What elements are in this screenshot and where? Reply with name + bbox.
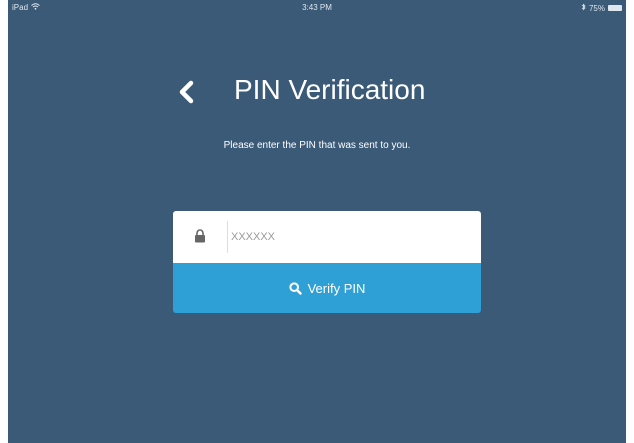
lock-icon (195, 229, 205, 243)
chevron-left-icon (179, 80, 194, 104)
status-right: 75% (581, 3, 622, 13)
back-button[interactable] (173, 78, 199, 106)
battery-icon (608, 5, 622, 11)
search-icon (288, 281, 302, 295)
status-bar: iPad 3:43 PM 75% (8, 0, 626, 16)
pin-input[interactable] (231, 225, 471, 249)
instruction-text: Please enter the PIN that was sent to yo… (223, 140, 411, 151)
pin-form: Verify PIN (173, 211, 481, 313)
input-divider (227, 221, 228, 253)
verify-pin-label: Verify PIN (307, 280, 366, 296)
verify-pin-button[interactable]: Verify PIN (173, 263, 481, 313)
bluetooth-icon (581, 3, 586, 13)
pin-input-row (173, 211, 481, 263)
app-screen: iPad 3:43 PM 75% PIN Verification Please… (8, 0, 626, 443)
header: PIN Verification (8, 72, 626, 112)
page-title: PIN Verification (234, 74, 426, 105)
battery-percent: 75% (588, 3, 605, 13)
status-time: 3:43 PM (302, 3, 332, 12)
